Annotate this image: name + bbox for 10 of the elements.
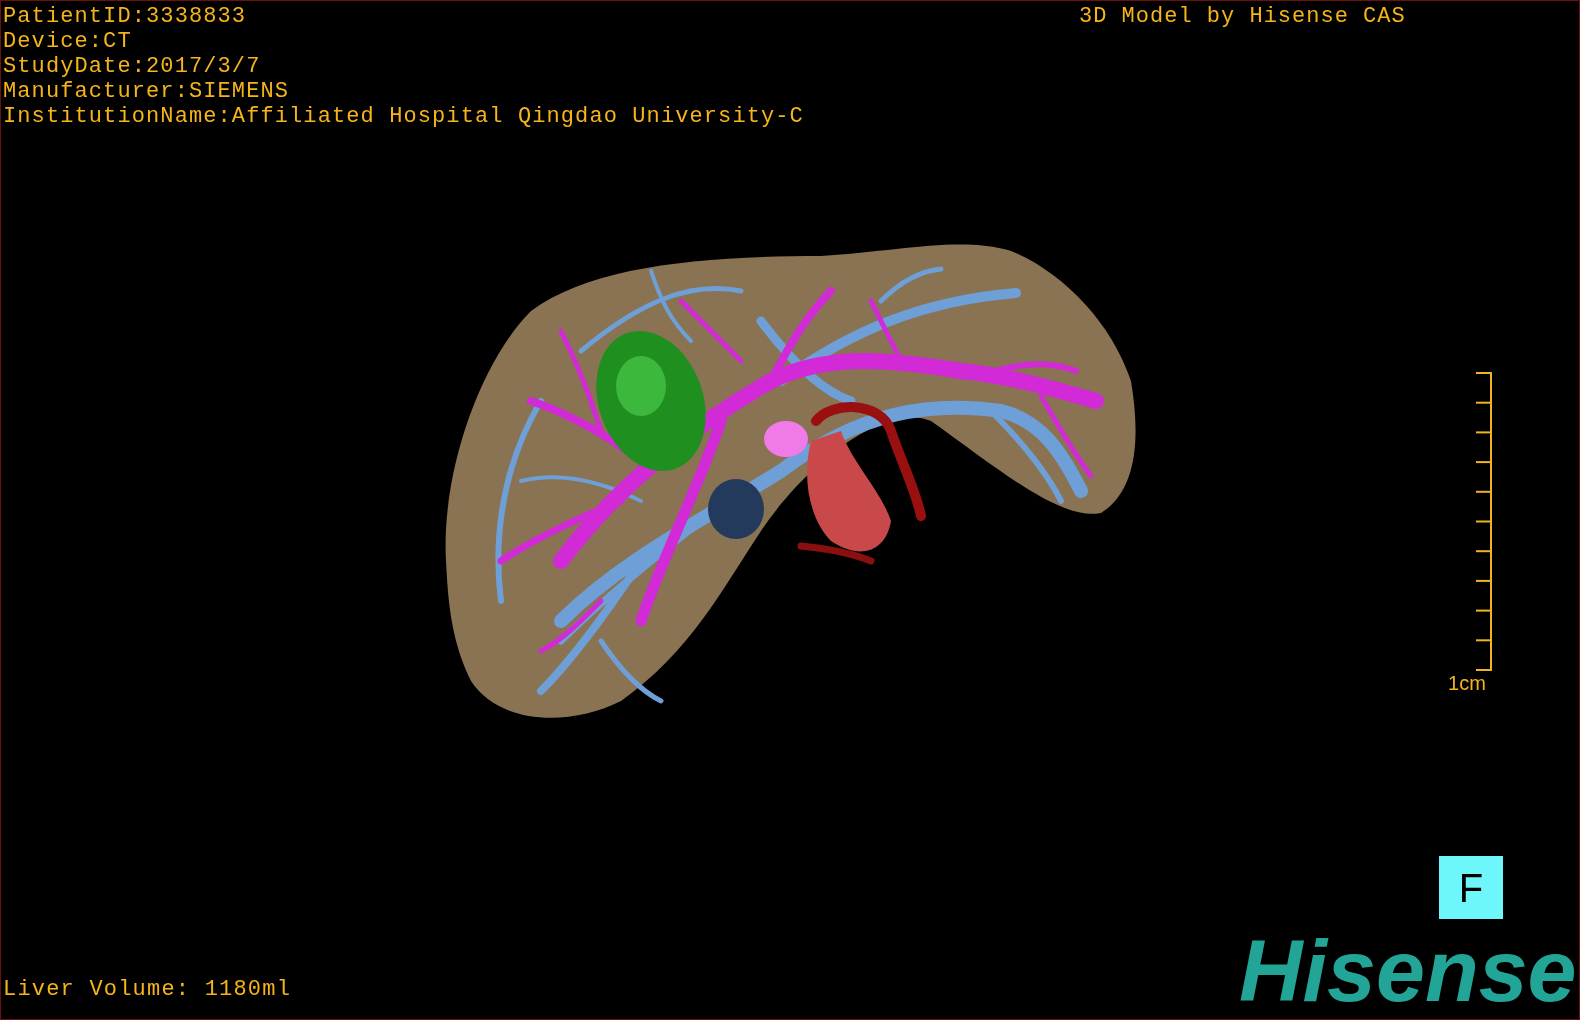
info-text: InstitutionName:Affiliated Hospital Qingdao University-C (3, 104, 804, 129)
info-text: PatientID:3338833 (3, 4, 248, 29)
info-text: StudyDate:2017/3/7 (3, 54, 262, 79)
liver-volume-text: Liver Volume: 1180ml (3, 977, 292, 1002)
info-text: Manufacturer:SIEMENS (3, 79, 291, 104)
info-text: Device:CT (3, 29, 133, 54)
model-caption: 3D Model by Hisense CAS (1079, 4, 1406, 29)
scale-label: 1cm (1448, 672, 1486, 694)
orientation-button[interactable]: F (1439, 856, 1503, 919)
logo: Hisense (1239, 929, 1577, 1013)
